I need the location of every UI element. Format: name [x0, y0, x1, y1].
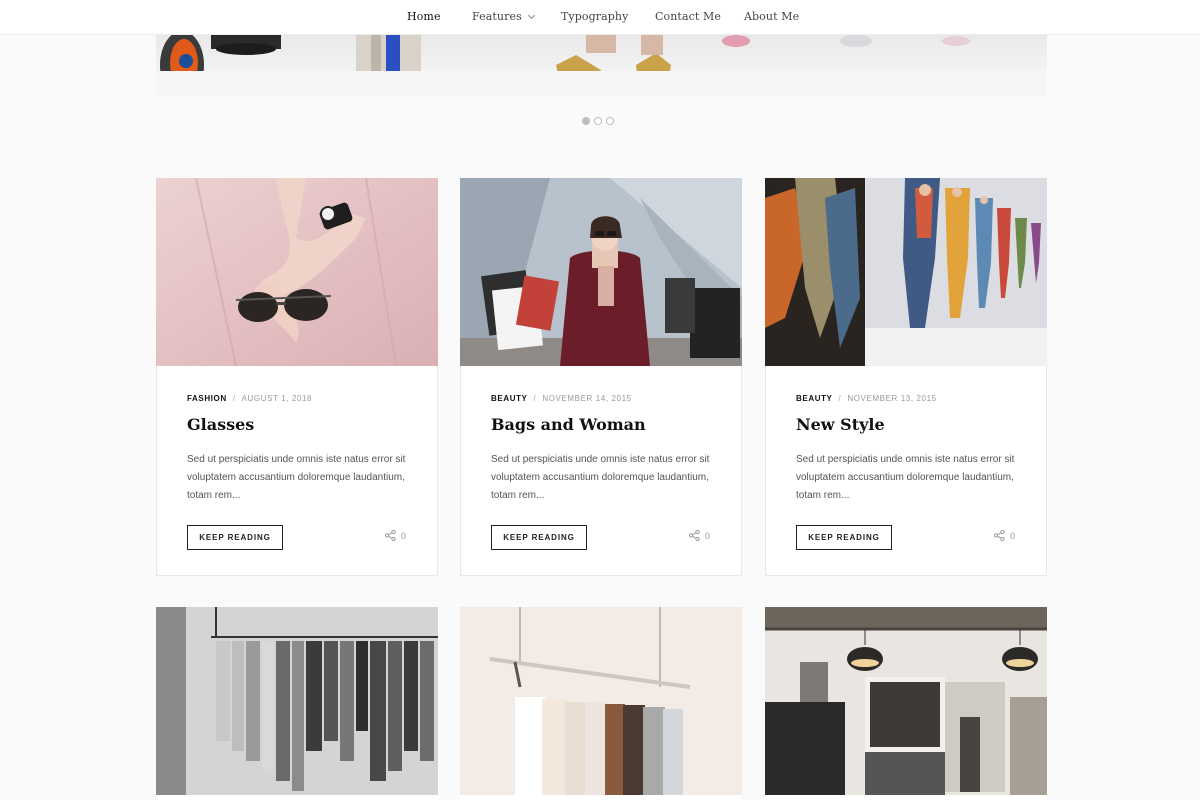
share-button[interactable]: 0: [385, 530, 406, 541]
share-count: 0: [1010, 530, 1016, 541]
post-thumbnail[interactable]: [156, 178, 438, 366]
post-card: [156, 607, 438, 800]
post-date: August 1, 2018: [241, 394, 313, 403]
share-button[interactable]: 0: [994, 530, 1015, 541]
slider-pagination: [582, 117, 614, 125]
post-card: Beauty / November 14, 2015 Bags and Woman …: [460, 178, 742, 576]
meta-separator: /: [533, 394, 537, 403]
post-card: [765, 607, 1047, 800]
post-thumbnail[interactable]: [460, 607, 742, 795]
hanging-clothes-photo: [460, 607, 742, 795]
post-thumbnail[interactable]: [156, 607, 438, 795]
post-title[interactable]: Glasses: [187, 415, 254, 434]
post-meta: Beauty / November 13, 2015: [796, 394, 937, 403]
share-icon: [689, 530, 700, 541]
post-date: November 14, 2015: [542, 394, 632, 403]
post-excerpt: Sed ut perspiciatis unde omnis iste natu…: [796, 454, 1015, 501]
post-card: Beauty / November 13, 2015 New Style Sed u…: [765, 178, 1047, 576]
runway-photo: [765, 178, 1047, 366]
chevron-down-icon: [527, 11, 535, 20]
share-icon: [994, 530, 1005, 541]
post-date: November 13, 2015: [847, 394, 937, 403]
post-excerpt: Sed ut perspiciatis unde omnis iste natu…: [187, 454, 406, 501]
runway-floor: [156, 71, 1047, 97]
post-meta: Beauty / November 14, 2015: [491, 394, 632, 403]
post-thumbnail[interactable]: [765, 607, 1047, 795]
post-title[interactable]: Bags and Woman: [491, 415, 646, 434]
nav-item-features-label: Features: [472, 10, 522, 23]
post-category[interactable]: Beauty: [491, 394, 528, 403]
glasses-photo: [156, 178, 438, 366]
slider-dot-2[interactable]: [594, 117, 602, 125]
boutique-photo: [765, 607, 1047, 795]
share-count: 0: [401, 530, 407, 541]
meta-separator: /: [232, 394, 236, 403]
share-count: 0: [705, 530, 711, 541]
share-icon: [385, 530, 396, 541]
nav-item-features[interactable]: Features: [472, 10, 535, 23]
bags-woman-photo: [460, 178, 742, 366]
post-category[interactable]: Beauty: [796, 394, 833, 403]
hero-slider-image[interactable]: [156, 35, 1047, 97]
keep-reading-button[interactable]: Keep Reading: [796, 525, 892, 550]
nav-item-about[interactable]: About Me: [744, 10, 799, 23]
post-thumbnail[interactable]: [460, 178, 742, 366]
post-card: [460, 607, 742, 800]
slider-dot-3[interactable]: [606, 117, 614, 125]
post-title[interactable]: New Style: [796, 415, 885, 434]
nav-item-typography[interactable]: Typography: [561, 10, 628, 23]
nav-item-contact[interactable]: Contact Me: [655, 10, 721, 23]
share-button[interactable]: 0: [689, 530, 710, 541]
post-card: Fashion / August 1, 2018 Glasses Sed ut pe…: [156, 178, 438, 576]
post-excerpt: Sed ut perspiciatis unde omnis iste natu…: [491, 454, 710, 501]
post-category[interactable]: Fashion: [187, 394, 227, 403]
slider-dot-1[interactable]: [582, 117, 590, 125]
meta-separator: /: [838, 394, 842, 403]
clothes-rack-photo: [156, 607, 438, 795]
post-meta: Fashion / August 1, 2018: [187, 394, 312, 403]
nav-item-home[interactable]: Home: [407, 10, 441, 23]
post-thumbnail[interactable]: [765, 178, 1047, 366]
keep-reading-button[interactable]: Keep Reading: [187, 525, 283, 550]
top-navigation: Home Features Typography Contact Me Abou…: [0, 0, 1200, 35]
keep-reading-button[interactable]: Keep Reading: [491, 525, 587, 550]
